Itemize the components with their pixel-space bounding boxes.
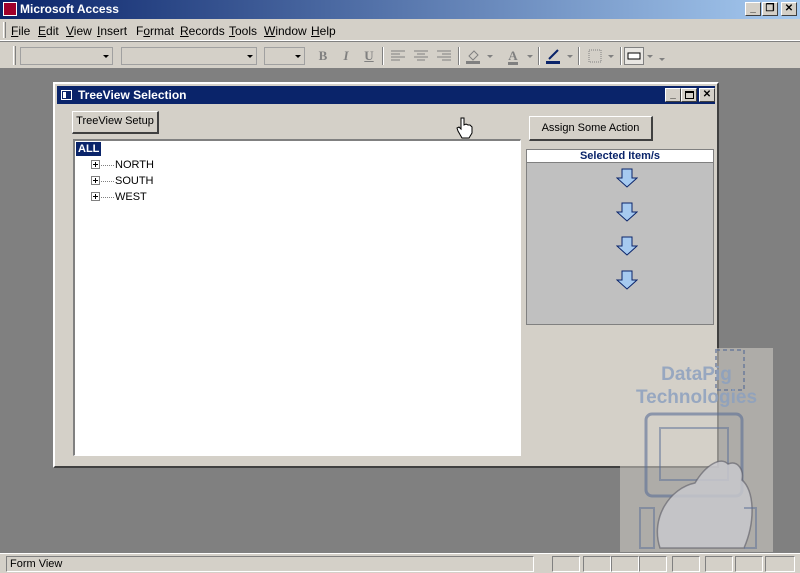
watermark-line2: Technologies	[635, 387, 758, 408]
app-title-bar: Microsoft Access _ ❐ ✕	[0, 0, 800, 19]
down-arrow-icon[interactable]	[616, 270, 638, 290]
fill-color-button[interactable]	[463, 47, 483, 65]
status-panel	[672, 556, 700, 572]
chevron-down-icon[interactable]	[608, 55, 614, 58]
chevron-down-icon[interactable]	[487, 55, 493, 58]
formatting-toolbar: B I U A	[0, 42, 800, 69]
expand-plus-icon[interactable]	[91, 192, 100, 201]
close-button[interactable]: ✕	[781, 2, 797, 16]
toolbar-separator	[538, 47, 540, 65]
font-color-icon: A	[508, 48, 518, 65]
down-arrow-icon[interactable]	[616, 236, 638, 256]
align-center-button[interactable]	[411, 47, 431, 65]
toolbar-grip[interactable]	[13, 46, 16, 65]
align-left-icon	[391, 50, 405, 61]
border-icon	[588, 49, 602, 63]
toolbar-options-icon[interactable]	[659, 58, 665, 61]
form-maximize-button[interactable]	[681, 88, 697, 102]
status-panel	[735, 556, 763, 572]
watermark-line1: DataPig	[661, 364, 732, 385]
tree-root-node[interactable]: ALL	[76, 142, 102, 156]
menu-file[interactable]: File	[11, 24, 30, 38]
menu-bar: File Edit View Insert Format Records Tools Wind…	[0, 19, 800, 41]
tree-connector	[101, 181, 114, 182]
font-size-combo[interactable]	[264, 47, 305, 65]
form-minimize-button[interactable]: _	[665, 88, 681, 102]
line-color-icon	[546, 49, 560, 64]
status-bar: Form View	[0, 553, 800, 573]
tree-connector	[101, 165, 114, 166]
menu-grip[interactable]	[3, 22, 6, 38]
menu-edit[interactable]: Edit	[38, 24, 59, 38]
menu-help[interactable]: Help	[311, 24, 336, 38]
toolbar-separator	[458, 47, 460, 65]
status-panel	[583, 556, 611, 572]
chevron-down-icon	[103, 55, 109, 58]
font-name-combo[interactable]	[121, 47, 257, 65]
status-panel	[705, 556, 733, 572]
form-close-button[interactable]: ✕	[699, 88, 715, 102]
tree-view[interactable]: ALL NORTH SOUTH WEST	[73, 139, 521, 456]
menu-window[interactable]: Window	[264, 24, 307, 38]
status-panel	[639, 556, 667, 572]
status-text: Form View	[6, 556, 534, 572]
toolbar-separator	[578, 47, 580, 65]
bold-button[interactable]: B	[313, 47, 333, 65]
treeview-setup-button[interactable]: TreeView Setup	[72, 111, 159, 134]
menu-records[interactable]: Records	[180, 24, 225, 38]
down-arrow-icon[interactable]	[616, 202, 638, 222]
datapig-watermark: DataPig Technologies	[620, 348, 773, 552]
selected-items-panel: Selected Item/s	[526, 149, 714, 325]
italic-button[interactable]: I	[336, 47, 356, 65]
menu-view[interactable]: View	[66, 24, 92, 38]
chevron-down-icon	[295, 55, 301, 58]
border-button[interactable]	[585, 47, 605, 65]
toolbar-separator	[620, 47, 622, 65]
expand-plus-icon[interactable]	[91, 160, 100, 169]
chevron-down-icon[interactable]	[647, 55, 653, 58]
down-arrow-icon[interactable]	[616, 168, 638, 188]
align-right-icon	[437, 50, 451, 61]
fill-color-icon	[466, 50, 480, 64]
tree-node-label: SOUTH	[115, 175, 154, 187]
align-right-button[interactable]	[434, 47, 454, 65]
minimize-button[interactable]: _	[745, 2, 761, 16]
form-icon[interactable]	[61, 90, 72, 100]
status-panel	[552, 556, 580, 572]
chevron-down-icon[interactable]	[527, 55, 533, 58]
assign-action-button[interactable]: Assign Some Action	[529, 116, 653, 141]
access-app-icon[interactable]	[3, 2, 17, 16]
tree-node-label: WEST	[115, 191, 147, 203]
special-effect-icon	[627, 52, 641, 60]
align-left-button[interactable]	[388, 47, 408, 65]
menu-format[interactable]: Format	[136, 24, 174, 38]
font-color-button[interactable]: A	[503, 47, 523, 65]
selected-items-header: Selected Item/s	[527, 150, 713, 163]
menu-insert[interactable]: Insert	[97, 24, 127, 38]
line-color-button[interactable]	[543, 47, 563, 65]
form-title-bar: TreeView Selection _ ✕	[57, 86, 715, 104]
object-combo[interactable]	[20, 47, 113, 65]
chevron-down-icon[interactable]	[567, 55, 573, 58]
tree-node-label: NORTH	[115, 159, 154, 171]
tree-connector	[101, 197, 114, 198]
underline-button[interactable]: U	[359, 47, 379, 65]
special-effect-button[interactable]	[624, 47, 644, 65]
toolbar-separator	[382, 47, 384, 65]
status-panel	[765, 556, 795, 572]
hand-cursor-icon	[456, 117, 473, 139]
restore-button[interactable]: ❐	[762, 2, 778, 16]
menu-tools[interactable]: Tools	[229, 24, 257, 38]
app-title: Microsoft Access	[20, 2, 119, 16]
expand-plus-icon[interactable]	[91, 176, 100, 185]
align-center-icon	[414, 50, 428, 61]
status-panel	[611, 556, 639, 572]
form-title: TreeView Selection	[78, 88, 187, 102]
chevron-down-icon	[247, 55, 253, 58]
